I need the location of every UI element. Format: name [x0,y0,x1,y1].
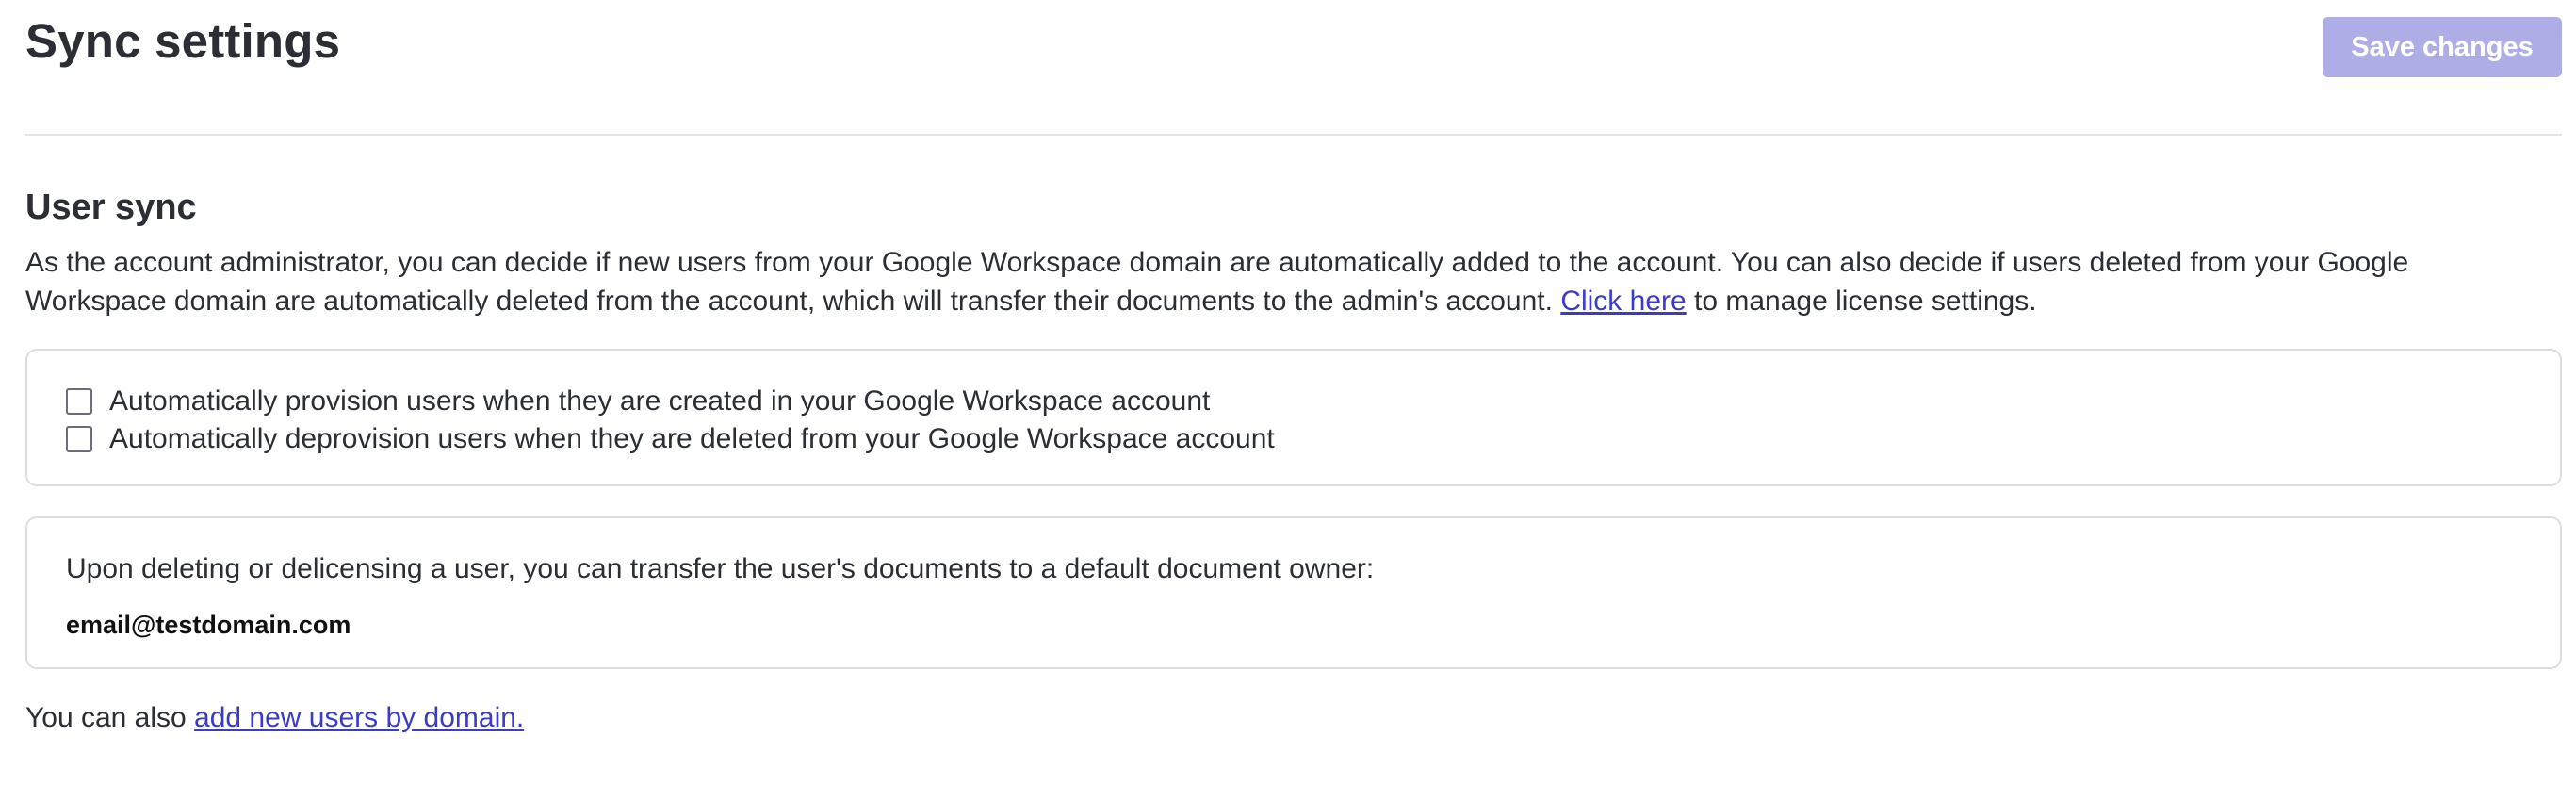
footer-prefix: You can also [25,701,187,733]
provision-checkbox[interactable] [66,387,92,415]
user-sync-description: As the account administrator, you can de… [25,243,2562,320]
default-owner-email: email@testdomain.com [66,610,351,639]
page-header: Sync settings Save changes [25,0,2562,136]
deprovision-option[interactable]: Automatically deprovision users when the… [66,420,2560,458]
provision-option[interactable]: Automatically provision users when they … [66,383,2560,420]
license-settings-link[interactable]: Click here [1560,286,1686,317]
save-changes-button[interactable]: Save changes [2323,17,2562,77]
default-owner-card: Upon deleting or delicensing a user, you… [25,516,2562,669]
user-sync-title: User sync [25,188,197,227]
sync-options-card: Automatically provision users when they … [25,348,2562,486]
sync-settings-page: Sync settings Save changes User sync As … [25,0,2562,737]
page-title: Sync settings [25,14,341,68]
provision-label: Automatically provision users when they … [109,385,1211,417]
user-sync-link-suffix: to manage license settings. [1694,285,2037,317]
deprovision-label: Automatically deprovision users when the… [109,422,1275,454]
add-users-by-domain-link[interactable]: add new users by domain. [194,702,524,733]
user-sync-description-text: As the account administrator, you can de… [25,246,2409,317]
deprovision-checkbox[interactable] [66,425,92,452]
default-owner-text: Upon deleting or delicensing a user, you… [66,552,1375,584]
footer-note: You can also add new users by domain. [25,699,2562,737]
